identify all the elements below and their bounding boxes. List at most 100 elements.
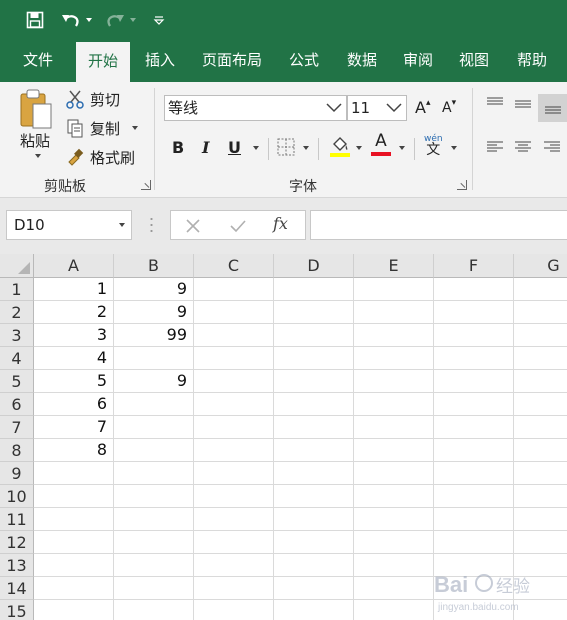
cell-b6[interactable] [114,393,194,415]
column-header-g[interactable]: G [514,254,567,278]
increase-font-size-button[interactable]: A ▴ [415,98,430,118]
row-header-2[interactable]: 2 [0,301,34,324]
cell-b10[interactable] [114,485,194,507]
bold-button[interactable]: B [172,138,184,157]
column-header-a[interactable]: A [34,254,114,278]
borders-dropdown-icon[interactable] [303,146,309,150]
enter-icon[interactable] [229,218,247,234]
align-right-button[interactable] [543,140,561,154]
align-bottom-button[interactable] [538,94,567,122]
cell-b11[interactable] [114,508,194,530]
cell-a1[interactable]: 1 [34,278,114,300]
row-header-3[interactable]: 3 [0,324,34,347]
save-icon[interactable] [22,8,48,32]
cell-b4[interactable] [114,347,194,369]
cell-a9[interactable] [34,462,114,484]
cell-b8[interactable] [114,439,194,461]
cell-a3[interactable]: 3 [34,324,114,346]
paste-button[interactable]: 粘贴 [20,130,50,151]
cell-a14[interactable] [34,577,114,599]
font-color-button[interactable]: A [371,132,391,156]
align-middle-button[interactable] [514,98,532,112]
chevron-down-icon[interactable] [119,223,125,227]
row-header-14[interactable]: 14 [0,577,34,600]
cell-b1[interactable]: 9 [114,278,194,300]
name-box[interactable]: D10 [6,210,132,240]
cell-a12[interactable] [34,531,114,553]
copy-dropdown-icon[interactable] [132,126,139,130]
decrease-font-size-button[interactable]: A ▾ [442,98,456,116]
row-header-8[interactable]: 8 [0,439,34,462]
cell-b13[interactable] [114,554,194,576]
cancel-icon[interactable] [185,218,201,234]
cell-a10[interactable] [34,485,114,507]
cell-a5[interactable]: 5 [34,370,114,392]
tab-page-layout[interactable]: 页面布局 [196,40,268,82]
row-header-1[interactable]: 1 [0,278,34,301]
borders-button[interactable] [277,138,295,156]
underline-dropdown-icon[interactable] [253,146,259,150]
row-header-12[interactable]: 12 [0,531,34,554]
select-all-button[interactable] [0,254,34,278]
cell-b2[interactable]: 9 [114,301,194,323]
cell-a6[interactable]: 6 [34,393,114,415]
cell-b12[interactable] [114,531,194,553]
column-header-e[interactable]: E [354,254,434,278]
phonetic-guide-button[interactable]: wén 文 [424,134,443,157]
redo-icon[interactable] [104,8,126,32]
tab-view[interactable]: 视图 [450,40,498,82]
cell-b7[interactable] [114,416,194,438]
underline-button[interactable]: U [228,138,241,157]
row-header-10[interactable]: 10 [0,485,34,508]
tab-data[interactable]: 数据 [338,40,386,82]
paste-icon[interactable] [18,88,58,130]
cell-b15[interactable] [114,600,194,620]
paste-dropdown-icon[interactable] [35,154,41,158]
customize-qat-icon[interactable] [150,8,168,32]
align-left-button[interactable] [486,140,504,154]
tab-file[interactable]: 文件 [14,40,62,82]
italic-button[interactable]: I [202,138,209,157]
cell-a8[interactable]: 8 [34,439,114,461]
row-header-4[interactable]: 4 [0,347,34,370]
column-header-d[interactable]: D [274,254,354,278]
font-launcher-icon[interactable] [457,180,467,190]
row-header-11[interactable]: 11 [0,508,34,531]
column-header-f[interactable]: F [434,254,514,278]
font-size-combo[interactable]: 11 [347,95,407,121]
column-header-c[interactable]: C [194,254,274,278]
align-center-button[interactable] [514,140,532,154]
fill-color-dropdown-icon[interactable] [356,146,362,150]
undo-icon[interactable] [60,8,82,32]
tab-formulas[interactable]: 公式 [280,40,328,82]
row-header-7[interactable]: 7 [0,416,34,439]
align-top-button[interactable] [486,96,504,110]
cut-button[interactable]: 剪切 [66,88,120,110]
row-header-9[interactable]: 9 [0,462,34,485]
resize-handle[interactable] [150,216,153,234]
undo-dropdown-icon[interactable] [84,8,94,32]
row-header-15[interactable]: 15 [0,600,34,620]
cell-b3[interactable]: 99 [114,324,194,346]
cell-a13[interactable] [34,554,114,576]
formula-input[interactable] [310,210,567,240]
row-header-5[interactable]: 5 [0,370,34,393]
cell-a7[interactable]: 7 [34,416,114,438]
cell-a2[interactable]: 2 [34,301,114,323]
redo-dropdown-icon[interactable] [128,8,138,32]
worksheet-grid[interactable]: ABCDEFG 1 2 3 4 5 6 7 8 9 10 11 12 13 14 15 1234567899… [0,254,567,620]
tab-help[interactable]: 帮助 [507,40,557,82]
cell-a11[interactable] [34,508,114,530]
font-name-combo[interactable]: 等线 [164,95,347,121]
insert-function-icon[interactable]: fx [273,214,288,233]
tab-insert[interactable]: 插入 [136,40,184,82]
copy-button[interactable]: 复制 [66,117,139,139]
column-header-b[interactable]: B [114,254,194,278]
font-color-dropdown-icon[interactable] [399,146,405,150]
tab-home[interactable]: 开始 [76,42,130,82]
cell-b5[interactable]: 9 [114,370,194,392]
row-header-13[interactable]: 13 [0,554,34,577]
cell-b9[interactable] [114,462,194,484]
format-painter-button[interactable]: 格式刷 [66,146,135,168]
cell-a4[interactable]: 4 [34,347,114,369]
